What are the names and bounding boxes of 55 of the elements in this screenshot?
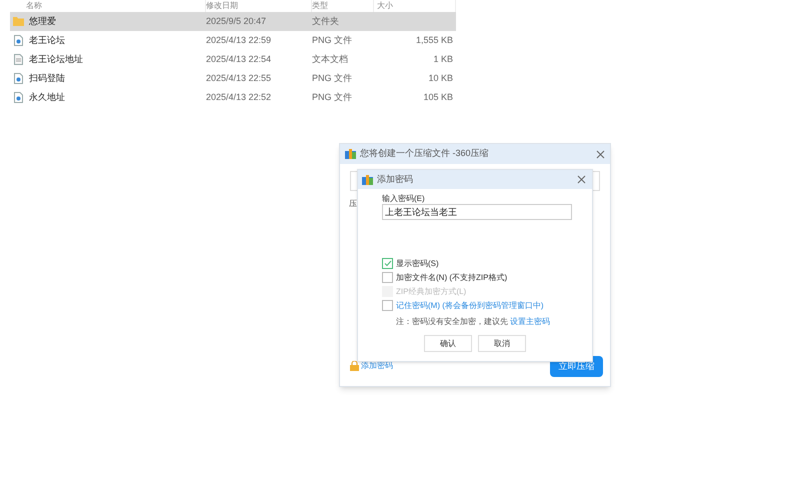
modified-date: 2025/4/13 22:54 [206,54,272,64]
password-field[interactable]: 上老王论坛当老王 [382,204,572,220]
note-text: 注：密码没有安全加密，建议先 [396,316,508,328]
file-row[interactable]: 悠理爱 2025/9/5 20:47 文件夹 [10,12,456,31]
image-file-icon [14,92,23,103]
field-label: 压 [349,199,357,208]
checkbox[interactable] [382,258,393,269]
text-file-icon [14,54,23,65]
file-row[interactable]: 扫码登陆 2025/4/13 22:55 PNG 文件 10 KB [10,69,456,88]
file-size: 10 KB [428,72,453,83]
column-header[interactable]: 修改日期 [206,0,238,11]
checkbox[interactable] [382,272,393,283]
column-header[interactable]: 名称 [26,0,42,11]
modified-date: 2025/4/13 22:59 [206,34,272,45]
checkbox-label[interactable]: 加密文件名(N) (不支持ZIP格式) [396,272,508,284]
file-type: PNG 文件 [312,72,352,83]
file-type: 文件夹 [312,16,339,26]
dialog-button[interactable]: 确认 [424,335,472,352]
file-size: 1,555 KB [416,34,453,45]
archive-app-icon [345,149,356,159]
file-type: PNG 文件 [312,92,352,102]
file-type: PNG 文件 [312,34,352,45]
file-size: 105 KB [423,92,453,102]
image-file-icon [14,35,23,46]
dialog-button[interactable]: 取消 [478,335,526,352]
file-size: 1 KB [433,54,453,64]
checkbox-label: ZIP经典加密方式(L) [396,286,466,298]
file-name: 永久地址 [29,90,65,104]
column-header[interactable]: 大小 [377,0,393,11]
file-name: 老王论坛 [29,34,65,47]
column-header[interactable]: 类型 [312,0,328,11]
set-master-password-link[interactable]: 设置主密码 [510,316,550,328]
checkbox-label[interactable]: 记住密码(M) (将会备份到密码管理窗口中) [396,300,544,312]
checkbox-label[interactable]: 显示密码(S) [396,258,439,270]
file-row[interactable]: 老王论坛 2025/4/13 22:59 PNG 文件 1,555 KB [10,31,456,50]
field-label: 输入密码(E) [382,194,426,204]
image-file-icon [14,73,23,84]
modified-date: 2025/4/13 22:52 [206,92,272,102]
modified-date: 2025/9/5 20:47 [206,16,266,26]
checkbox[interactable] [382,300,393,311]
folder-icon [13,17,24,26]
close-icon[interactable] [596,150,605,158]
lock-icon [350,361,359,371]
file-name: 扫码登陆 [29,72,65,85]
add-password-link[interactable]: 添加密码 [361,360,393,372]
file-name: 老王论坛地址 [29,52,83,66]
file-name: 悠理爱 [29,14,56,28]
dialog-title: 添加密码 [377,172,413,186]
archive-app-icon [362,174,373,184]
close-icon[interactable] [577,175,586,184]
file-row[interactable]: 老王论坛地址 2025/4/13 22:54 文本文档 1 KB [10,50,456,69]
dialog-title: 您将创建一个压缩文件 -360压缩 [360,147,489,160]
file-type: 文本文档 [312,54,348,64]
modified-date: 2025/4/13 22:55 [206,72,272,83]
file-row[interactable]: 永久地址 2025/4/13 22:52 PNG 文件 105 KB [10,88,456,107]
